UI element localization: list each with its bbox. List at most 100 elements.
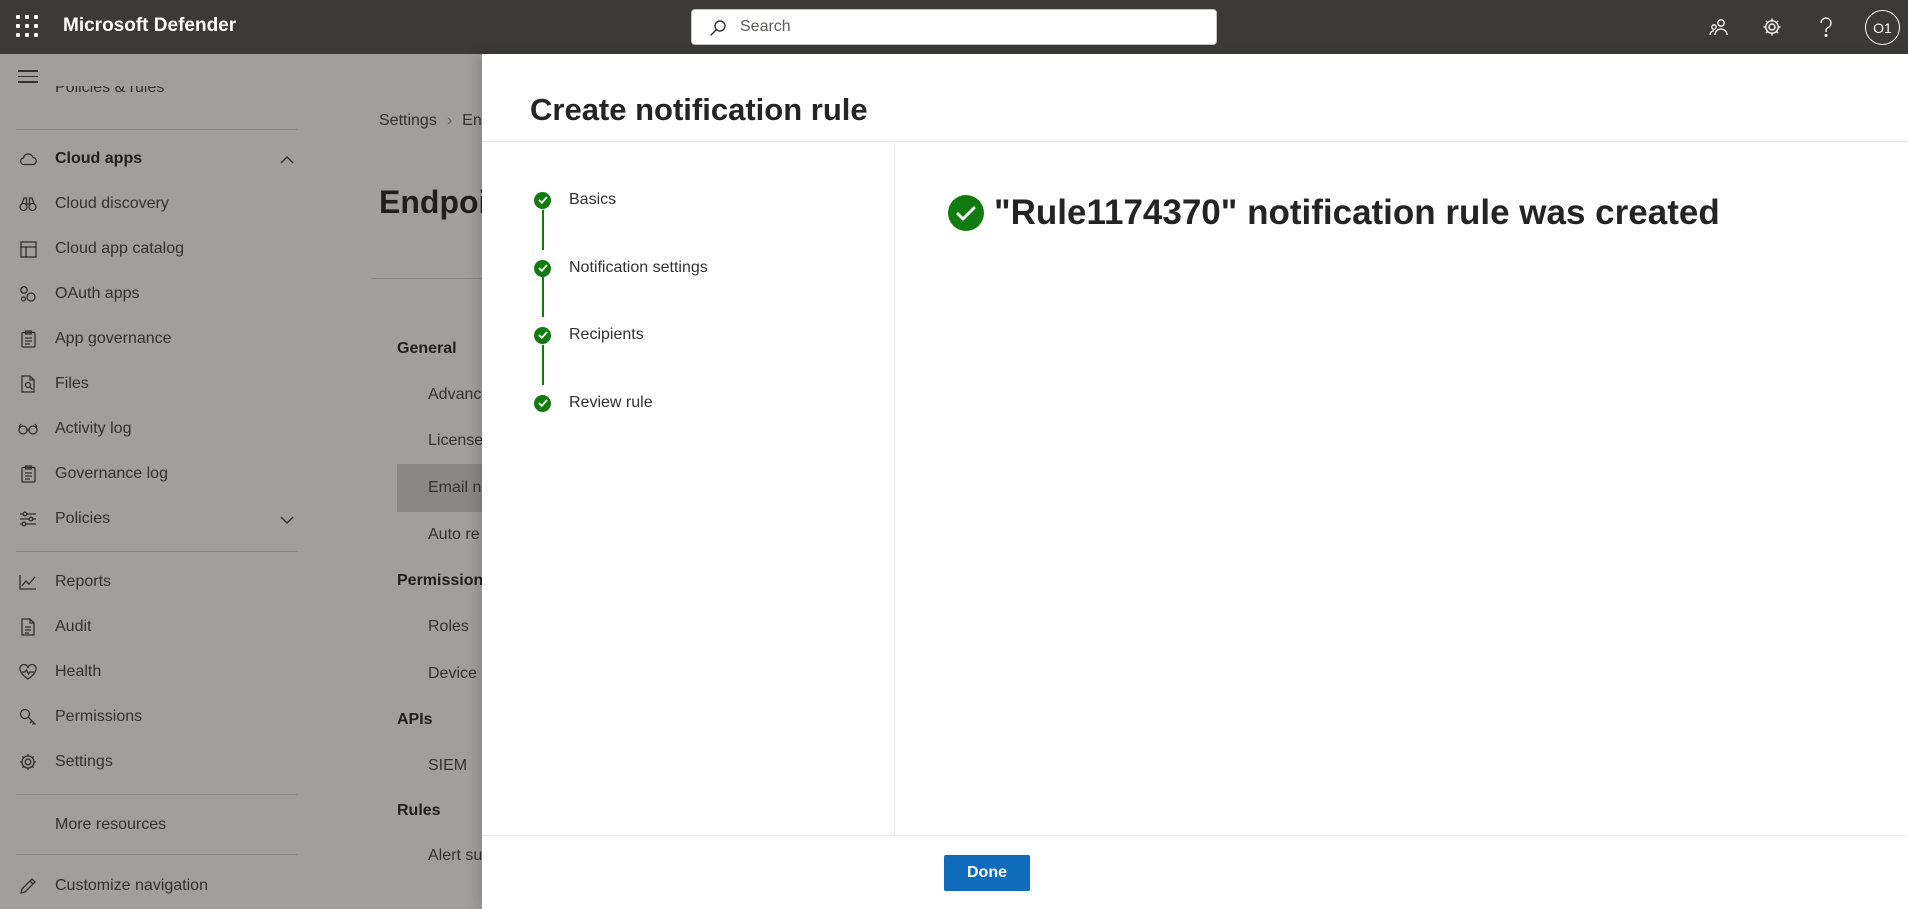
sidebar-item-cloud-discovery[interactable]: Cloud discovery	[0, 182, 316, 226]
settings-gear-icon[interactable]	[1758, 13, 1786, 41]
chevron-down-icon[interactable]	[280, 509, 294, 529]
sidebar-item-label: Cloud apps	[55, 150, 143, 167]
sidebar-item-cloud-app-catalog[interactable]: Cloud app catalog	[0, 227, 316, 271]
audit-icon	[18, 617, 38, 637]
sidebar-item-app-governance[interactable]: App governance	[0, 317, 316, 361]
binoculars-icon	[18, 194, 38, 214]
sidebar-item-more-resources[interactable]: More resources	[0, 803, 316, 847]
create-notification-rule-panel: Create notification rule Basics Notifica…	[482, 54, 1908, 909]
sidebar-item-label: Files	[55, 375, 89, 392]
search-icon	[710, 20, 726, 36]
app-title[interactable]: Microsoft Defender	[63, 15, 236, 37]
divider	[894, 142, 895, 836]
step-label: Recipients	[569, 326, 644, 343]
check-circle-icon	[534, 394, 551, 412]
search-input[interactable]	[740, 10, 1200, 44]
help-icon[interactable]	[1812, 13, 1840, 41]
wizard-step-notification-settings[interactable]: Notification settings	[534, 256, 708, 280]
sidebar-item-policies[interactable]: Policies	[0, 497, 316, 541]
chart-icon	[18, 572, 38, 592]
settings-item-siem[interactable]: SIEM	[428, 757, 467, 775]
done-button[interactable]: Done	[944, 855, 1030, 891]
sidebar-item-label: Activity log	[55, 420, 132, 437]
step-connector	[542, 277, 544, 317]
sidebar-item-label: Customize navigation	[55, 877, 208, 894]
sidebar-item-audit[interactable]: Audit	[0, 605, 316, 649]
sidebar-item-label: Permissions	[55, 708, 143, 725]
section-header-general: General	[397, 340, 457, 357]
left-navigation: Policies & rules Cloud apps Cloud discov…	[0, 54, 316, 909]
sidebar-item-activity-log[interactable]: Activity log	[0, 407, 316, 451]
settings-item-email-notifications[interactable]: Email n	[428, 479, 481, 497]
sidebar-item-oauth-apps[interactable]: OAuth apps	[0, 272, 316, 316]
nav-divider	[16, 551, 298, 552]
check-circle-icon	[534, 191, 551, 209]
success-message: "Rule1174370" notification rule was crea…	[948, 193, 1720, 233]
nav-divider	[16, 794, 298, 795]
sidebar-item-label: Cloud discovery	[55, 195, 169, 212]
search-box[interactable]	[691, 9, 1217, 45]
section-header-apis: APIs	[397, 711, 433, 728]
clipboard-icon	[18, 329, 38, 349]
sidebar-item-label: Health	[55, 663, 102, 680]
oauth-icon	[18, 284, 38, 304]
wizard-step-recipients[interactable]: Recipients	[534, 323, 644, 347]
divider	[482, 835, 1908, 836]
sidebar-item-label: Reports	[55, 573, 112, 590]
catalog-icon	[18, 239, 38, 259]
sidebar-item-cloud-apps[interactable]: Cloud apps	[0, 137, 316, 181]
check-circle-icon	[534, 326, 551, 344]
app-launcher-icon[interactable]	[16, 15, 38, 37]
sidebar-item-label: Cloud app catalog	[55, 240, 184, 257]
wizard-step-review-rule[interactable]: Review rule	[534, 391, 653, 415]
nav-divider	[16, 129, 298, 130]
sidebar-item-label: OAuth apps	[55, 285, 140, 302]
wizard-step-basics[interactable]: Basics	[534, 188, 616, 212]
heart-pulse-icon	[18, 662, 38, 682]
step-connector	[542, 210, 544, 250]
glasses-icon	[18, 419, 38, 439]
sidebar-item-reports[interactable]: Reports	[0, 560, 316, 604]
step-connector	[542, 345, 544, 385]
sidebar-item-label: Governance log	[55, 465, 168, 482]
step-label: Notification settings	[569, 259, 708, 276]
sidebar-item-policies-rules[interactable]: Policies & rules	[55, 86, 164, 98]
sidebar-item-permissions[interactable]: Permissions	[0, 695, 316, 739]
chevron-right-icon: ›	[446, 112, 453, 129]
settings-item-roles[interactable]: Roles	[428, 618, 469, 636]
sidebar-item-governance-log[interactable]: Governance log	[0, 452, 316, 496]
more-icon	[18, 815, 38, 835]
clipboard-icon	[18, 464, 38, 484]
community-icon[interactable]	[1705, 13, 1733, 41]
pencil-icon	[18, 876, 38, 896]
gear-icon	[18, 752, 38, 772]
chevron-up-icon[interactable]	[280, 149, 294, 169]
sidebar-item-customize-navigation[interactable]: Customize navigation	[0, 864, 316, 908]
settings-item-advanced[interactable]: Advanc	[428, 386, 481, 404]
section-header-permissions: Permissions	[397, 572, 493, 589]
breadcrumb-current[interactable]: En	[462, 112, 482, 129]
top-bar: Microsoft Defender O1	[0, 0, 1908, 54]
key-icon	[18, 707, 38, 727]
avatar[interactable]: O1	[1865, 10, 1900, 45]
breadcrumb: Settings › En	[379, 112, 482, 130]
panel-title: Create notification rule	[530, 92, 868, 127]
settings-item-alert-suppression[interactable]: Alert su	[428, 847, 482, 865]
page-title: Endpoi	[379, 184, 488, 220]
sidebar-item-settings[interactable]: Settings	[0, 740, 316, 784]
cloud-icon	[18, 149, 38, 169]
hamburger-menu-icon[interactable]	[18, 70, 38, 84]
sidebar-item-label: Policies	[55, 510, 111, 527]
settings-item-auto-remediation[interactable]: Auto re	[428, 526, 480, 544]
sidebar-item-label: App governance	[55, 330, 172, 347]
sidebar-item-health[interactable]: Health	[0, 650, 316, 694]
sidebar-item-label: More resources	[55, 816, 167, 833]
settings-item-device-groups[interactable]: Device g	[428, 665, 490, 683]
breadcrumb-settings[interactable]: Settings	[379, 112, 437, 129]
check-circle-icon	[534, 259, 551, 277]
sidebar-item-files[interactable]: Files	[0, 362, 316, 406]
file-search-icon	[18, 374, 38, 394]
step-label: Review rule	[569, 394, 653, 411]
sidebar-item-label: Audit	[55, 618, 92, 635]
sliders-icon	[18, 509, 38, 529]
